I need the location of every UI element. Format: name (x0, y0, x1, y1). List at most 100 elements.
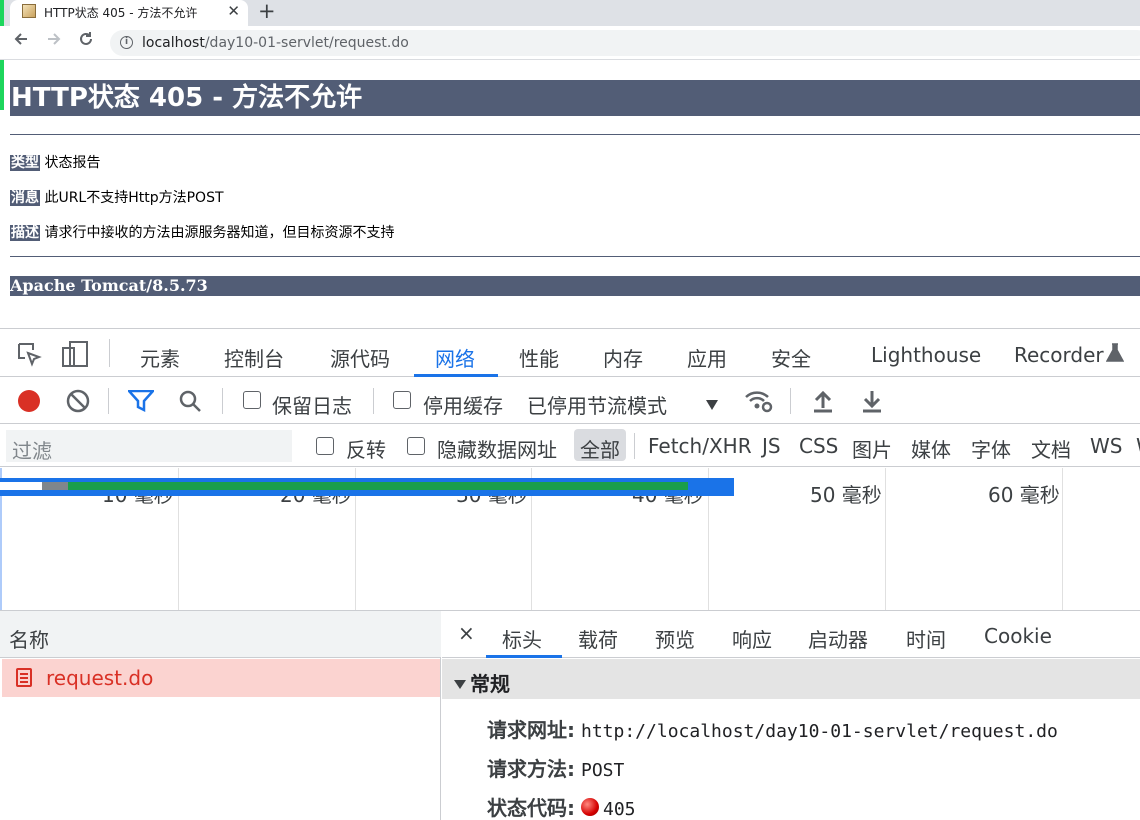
status-code-key: 状态代码: (487, 796, 575, 820)
invert-label: 反转 (346, 438, 386, 462)
tomcat-favicon-icon (22, 4, 36, 18)
filter-bar: 过滤 反转 隐藏数据网址 全部 Fetch/XHR JS CSS 图片 媒体 字… (0, 425, 1140, 467)
close-details-button[interactable]: × (458, 621, 475, 645)
tab-sources[interactable]: 源代码 (330, 343, 390, 372)
filter-all[interactable]: 全部 (580, 434, 620, 463)
inspect-element-icon[interactable] (16, 341, 42, 372)
preserve-log-label: 保留日志 (272, 394, 352, 418)
request-method-value: POST (581, 760, 625, 781)
invert-checkbox[interactable] (316, 437, 334, 455)
tab-console[interactable]: 控制台 (224, 343, 284, 372)
tab-application[interactable]: 应用 (687, 343, 727, 372)
browser-tab[interactable]: HTTP状态 405 - 方法不允许 ✕ (10, 0, 248, 26)
filter-doc[interactable]: 文档 (1031, 434, 1071, 463)
tab-network[interactable]: 网络 (435, 343, 475, 372)
description-value: 请求行中接收的方法由源服务器知道，但目标资源不支持 (44, 225, 395, 241)
tab-elements[interactable]: 元素 (140, 343, 180, 372)
document-icon (16, 668, 32, 687)
tab-response[interactable]: 响应 (732, 624, 772, 653)
url-host: localhost (142, 35, 205, 51)
throttling-select[interactable]: 已停用节流模式 (527, 390, 667, 419)
chevron-down-icon[interactable] (705, 392, 719, 416)
url-text: localhost/day10-01-servlet/request.do (142, 35, 409, 51)
status-code-value: 405 (603, 799, 636, 820)
request-url-row: 请求网址: http://localhost/day10-01-servlet/r… (487, 714, 1058, 743)
divider (10, 134, 1140, 135)
tab-timing[interactable]: 时间 (906, 624, 946, 653)
tab-initiator[interactable]: 启动器 (808, 624, 868, 653)
server-footer: Apache Tomcat/8.5.73 (10, 276, 1140, 296)
filter-font[interactable]: 字体 (971, 434, 1011, 463)
browser-toolbar: i localhost/day10-01-servlet/request.do (0, 26, 1140, 60)
hide-data-urls-checkbox[interactable] (407, 437, 425, 455)
device-toolbar-icon[interactable] (62, 340, 90, 373)
tab-lighthouse[interactable]: Lighthouse (871, 343, 981, 367)
status-code-row: 状态代码: 405 (487, 792, 636, 820)
tab-title: HTTP状态 405 - 方法不允许 (44, 6, 198, 20)
request-row[interactable]: request.do (2, 659, 440, 697)
filter-input[interactable]: 过滤 (6, 430, 292, 463)
filter-fetch-xhr[interactable]: Fetch/XHR (648, 434, 752, 458)
disable-cache-checkbox[interactable] (393, 391, 411, 409)
description-row: 描述 请求行中接收的方法由源服务器知道，但目标资源不支持 (10, 222, 394, 242)
network-toolbar: 保留日志 停用缓存 已停用节流模式 (0, 378, 1140, 424)
toolbar-separator (373, 388, 374, 414)
filter-js[interactable]: JS (762, 434, 781, 458)
network-overview[interactable]: 10 毫秒 20 毫秒 30 毫秒 40 毫秒 50 毫秒 60 毫秒 (0, 468, 1140, 610)
tab-recorder[interactable]: Recorder (1014, 343, 1104, 367)
toolbar-separator (634, 433, 635, 459)
request-list: 名称 request.do (0, 611, 441, 820)
site-info-icon[interactable]: i (120, 36, 133, 49)
request-details: × 标头 载荷 预览 响应 启动器 时间 Cookie 常规 请求网址: http… (442, 611, 1140, 820)
reload-icon[interactable] (77, 30, 95, 53)
tab-security[interactable]: 安全 (771, 343, 811, 372)
toolbar-separator (790, 388, 791, 414)
back-arrow-icon[interactable] (12, 30, 30, 53)
filter-ws[interactable]: WS (1090, 434, 1122, 458)
search-icon[interactable] (178, 389, 202, 418)
tab-memory[interactable]: 内存 (603, 343, 643, 372)
preserve-log-checkbox[interactable] (243, 391, 261, 409)
devtools-panel: 元素 控制台 源代码 网络 性能 内存 应用 安全 Lighthouse Rec… (0, 328, 1140, 820)
overview-timing-bar (0, 478, 734, 496)
request-name: request.do (46, 666, 154, 690)
filter-icon[interactable] (126, 389, 156, 417)
tab-performance[interactable]: 性能 (519, 343, 559, 372)
active-tab-indicator (414, 374, 498, 377)
overview-gridline (885, 468, 886, 610)
details-tab-bar: × 标头 载荷 预览 响应 启动器 时间 Cookie (442, 611, 1140, 658)
triangle-down-icon (454, 680, 466, 689)
new-tab-button[interactable]: + (258, 0, 276, 23)
clear-icon[interactable] (66, 389, 90, 418)
network-conditions-icon[interactable] (744, 388, 774, 419)
url-path: /day10-01-servlet/request.do (204, 35, 409, 51)
export-har-icon[interactable] (861, 389, 883, 418)
tab-cookies[interactable]: Cookie (984, 624, 1052, 648)
overview-tick: 60 毫秒 (988, 483, 1060, 507)
forward-arrow-icon[interactable] (45, 30, 63, 53)
disable-cache-label: 停用缓存 (423, 394, 503, 418)
tab-preview[interactable]: 预览 (655, 624, 695, 653)
general-section-header[interactable]: 常规 (442, 659, 1140, 699)
message-value: 此URL不支持Http方法POST (44, 190, 224, 206)
page-title: HTTP状态 405 - 方法不允许 (10, 80, 1140, 116)
type-row: 类型 状态报告 (10, 152, 100, 172)
request-url-key: 请求网址: (487, 718, 575, 742)
requests-split-view: 名称 request.do × 标头 载荷 预览 响应 启动器 时间 Cooki… (0, 610, 1140, 820)
tab-close-button[interactable]: ✕ (227, 2, 240, 20)
import-har-icon[interactable] (812, 389, 834, 418)
active-tab-indicator (486, 655, 562, 658)
type-value: 状态报告 (44, 155, 101, 171)
filter-media[interactable]: 媒体 (911, 434, 951, 463)
tab-payload[interactable]: 载荷 (578, 624, 618, 653)
name-column-header[interactable]: 名称 (0, 611, 441, 658)
tab-headers[interactable]: 标头 (502, 624, 542, 653)
address-bar[interactable]: i localhost/day10-01-servlet/request.do (110, 30, 1140, 56)
filter-img[interactable]: 图片 (852, 434, 892, 463)
filter-css[interactable]: CSS (799, 434, 838, 458)
filter-wasm[interactable]: W (1136, 434, 1140, 458)
status-error-icon (581, 798, 599, 816)
flask-icon (1105, 343, 1125, 368)
request-method-row: 请求方法: POST (487, 753, 624, 782)
record-button[interactable] (18, 390, 40, 412)
